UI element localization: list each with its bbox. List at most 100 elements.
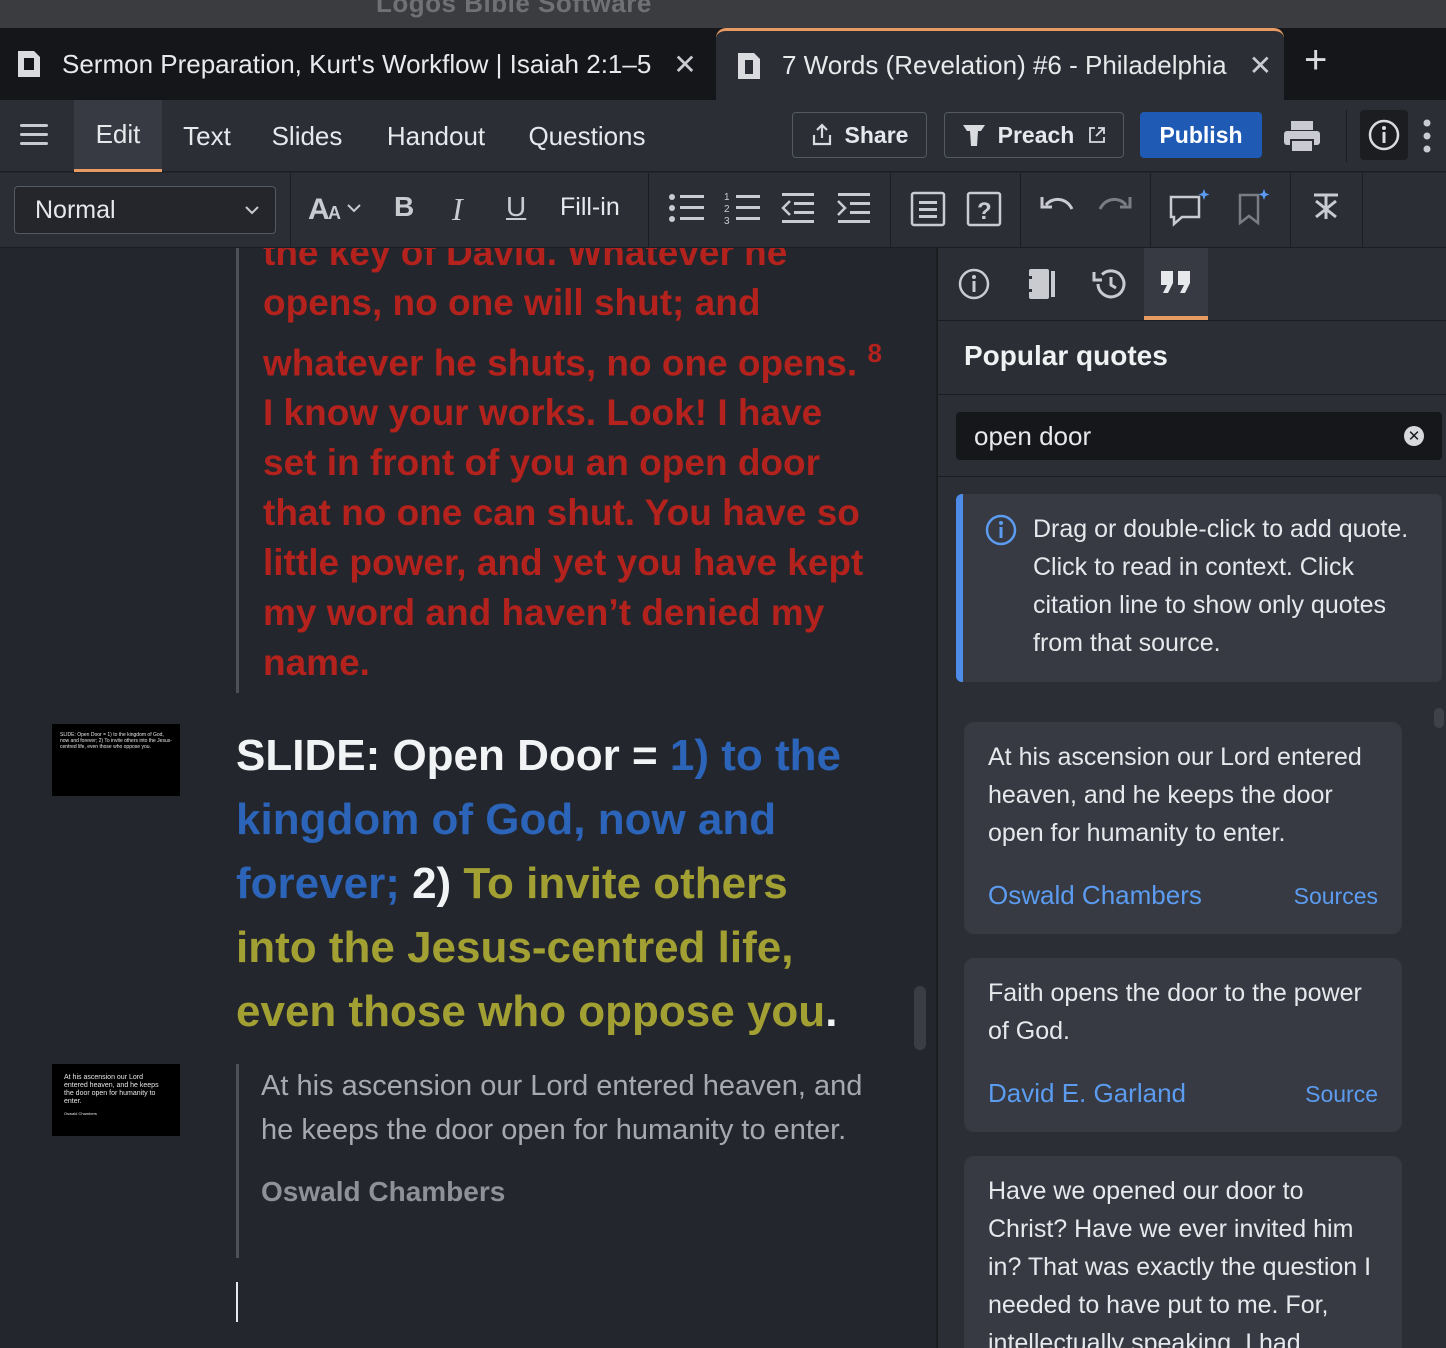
tab-label: 7 Words (Revelation) #6 - Philadelphia [782, 50, 1227, 80]
quote-author: Oswald Chambers [261, 1176, 506, 1207]
tab-slides[interactable]: Slides [262, 100, 352, 172]
svg-text:?: ? [977, 198, 992, 225]
svg-text:1: 1 [724, 192, 730, 203]
panel-title: Popular quotes [964, 340, 1168, 371]
info-callout: Drag or double-click to add quote. Click… [956, 494, 1442, 682]
redo-icon[interactable] [1096, 191, 1132, 221]
share-button[interactable]: Share [792, 112, 927, 158]
hamburger-menu-icon[interactable] [20, 124, 48, 146]
books-icon [1029, 269, 1055, 299]
more-options-icon[interactable] [1422, 118, 1432, 154]
quote-text: At his ascension our Lord entered heaven… [261, 1070, 863, 1146]
slide-heading: SLIDE: Open Door = 1) to the kingdom of … [236, 731, 842, 1036]
inserted-quote: At his ascension our Lord entered heaven… [236, 1064, 876, 1258]
svg-text:2: 2 [724, 204, 730, 215]
text-cursor [236, 1282, 238, 1322]
fill-in-button[interactable]: Fill-in [560, 193, 620, 222]
menu-bar: Edit Text Slides Handout Questions Share… [0, 100, 1446, 172]
podium-icon [962, 125, 985, 146]
paragraph-style-select[interactable]: Normal [14, 186, 276, 234]
tab-questions[interactable]: Questions [518, 100, 656, 172]
indent-icon[interactable] [836, 191, 872, 225]
tab-label: Sermon Preparation, Kurt's Workflow | Is… [62, 48, 652, 79]
toolbar-divider [1150, 173, 1151, 248]
underline-button[interactable]: U [506, 191, 526, 223]
info-text: Drag or double-click to add quote. Click… [1033, 515, 1409, 657]
chevron-down-icon [245, 206, 259, 215]
bold-button[interactable]: B [394, 191, 414, 223]
italic-button[interactable]: I [452, 191, 463, 228]
quote-card[interactable]: At his ascension our Lord entered heaven… [964, 722, 1402, 934]
history-icon [1092, 269, 1126, 299]
panel-divider [938, 476, 1446, 477]
close-icon[interactable]: ✕ [673, 48, 696, 81]
quote-search-input[interactable]: open door ✕ [956, 412, 1442, 460]
numbered-list-icon[interactable]: 123 [724, 191, 760, 225]
font-size-button[interactable]: AA [308, 191, 364, 227]
editor-scrollbar[interactable] [914, 986, 926, 1050]
info-panel-button[interactable] [1360, 110, 1408, 160]
document-icon [738, 52, 760, 79]
panel-tab-info[interactable] [942, 248, 1006, 320]
slide-thumbnail[interactable]: At his ascension our Lord entered heaven… [52, 1064, 180, 1136]
block-format-icon[interactable] [910, 191, 946, 227]
preach-button[interactable]: Preach [944, 112, 1124, 158]
ai-bookmark-icon[interactable] [1236, 187, 1272, 227]
title-bar: Logos Bible Software [0, 0, 1446, 28]
clear-formatting-icon[interactable] [1310, 191, 1342, 223]
quote-card-text: Faith opens the door to the power of God… [988, 979, 1362, 1045]
undo-icon[interactable] [1040, 191, 1076, 221]
sermon-editor[interactable]: the key of David. Whatever he opens, no … [0, 248, 936, 1348]
quote-sources-link[interactable]: Sources [1294, 883, 1378, 910]
slide-thumbnail[interactable]: SLIDE: Open Door = 1) to the kingdom of … [52, 724, 180, 796]
scripture-block: the key of David. Whatever he opens, no … [236, 248, 882, 693]
quote-author-link[interactable]: Oswald Chambers [988, 880, 1202, 911]
panel-tab-library[interactable] [1010, 248, 1074, 320]
verse-number: 8 [867, 338, 882, 368]
toolbar-divider [290, 173, 291, 248]
panel-tab-bar [938, 248, 1446, 321]
panel-scrollbar[interactable] [1434, 708, 1444, 728]
publish-button[interactable]: Publish [1140, 112, 1262, 158]
panel-tab-quotes[interactable] [1144, 248, 1208, 320]
info-icon [1368, 119, 1400, 151]
format-toolbar: Normal AA B I U Fill-in 123 ? [0, 173, 1446, 248]
add-tab-button[interactable]: + [1304, 38, 1327, 83]
scripture-text: the key of David. Whatever he opens, no … [263, 248, 882, 684]
quote-card[interactable]: Faith opens the door to the power of God… [964, 958, 1402, 1132]
share-icon [812, 123, 831, 146]
close-icon[interactable]: ✕ [1249, 49, 1272, 82]
quotes-panel: Popular quotes open door ✕ Drag or doubl… [936, 248, 1446, 1348]
toolbar-divider [890, 173, 891, 248]
font-size-icon: AA [308, 193, 361, 226]
ai-comment-icon[interactable] [1168, 187, 1212, 227]
menu-divider [1346, 110, 1347, 162]
question-block-icon[interactable]: ? [966, 191, 1002, 227]
quote-card-footer: David E. Garland Source [988, 1078, 1378, 1109]
tab-7-words[interactable]: 7 Words (Revelation) #6 - Philadelphia ✕ [716, 28, 1284, 100]
app-title: Logos Bible Software [376, 0, 652, 18]
toolbar-divider [1362, 173, 1363, 248]
tab-text[interactable]: Text [172, 100, 242, 172]
quote-sources-link[interactable]: Source [1305, 1081, 1378, 1108]
external-link-icon [1089, 127, 1106, 143]
info-icon [958, 268, 990, 300]
quote-card-text: Have we opened our door to Christ? Have … [988, 1177, 1372, 1348]
info-icon [985, 514, 1017, 546]
tab-handout[interactable]: Handout [374, 100, 498, 172]
svg-text:A: A [328, 203, 341, 223]
toolbar-divider [1290, 173, 1291, 248]
outdent-icon[interactable] [780, 191, 816, 225]
quote-card[interactable]: Have we opened our door to Christ? Have … [964, 1156, 1402, 1348]
quote-author-link[interactable]: David E. Garland [988, 1078, 1186, 1109]
bullet-list-icon[interactable] [668, 191, 704, 225]
tab-sermon-preparation[interactable]: Sermon Preparation, Kurt's Workflow | Is… [0, 28, 714, 100]
toolbar-divider [1020, 173, 1021, 248]
svg-text:A: A [308, 193, 330, 226]
print-icon[interactable] [1282, 120, 1322, 154]
tab-edit[interactable]: Edit [74, 100, 162, 172]
clear-search-icon[interactable]: ✕ [1404, 426, 1424, 446]
svg-text:3: 3 [724, 216, 730, 225]
quote-card-text: At his ascension our Lord entered heaven… [988, 743, 1362, 847]
panel-tab-history[interactable] [1078, 248, 1142, 320]
